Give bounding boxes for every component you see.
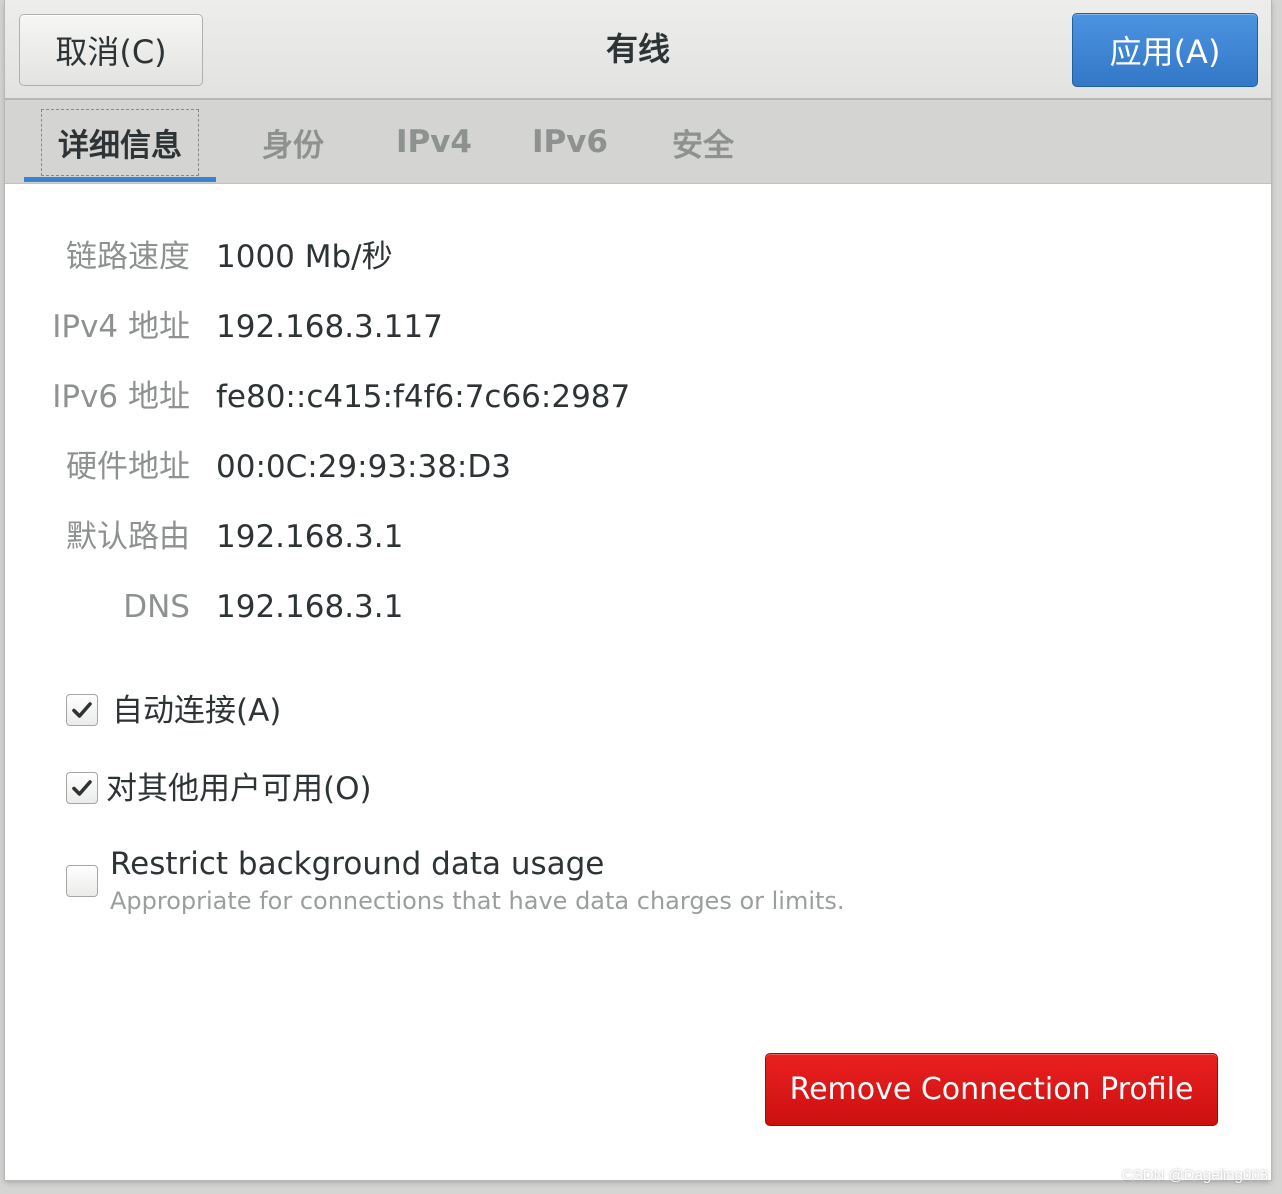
cancel-button[interactable]: 取消(C) [19,14,203,86]
restrict-background-text: Restrict background data usage Appropria… [110,847,845,915]
tab-details[interactable]: 详细信息 [32,100,208,184]
tab-ipv4[interactable]: IPv4 [377,100,491,184]
detail-row-dns: DNS 192.168.3.1 [5,582,1271,632]
all-users-label: 对其他用户可用(O) [106,771,372,807]
tab-ipv6[interactable]: IPv6 [513,100,627,184]
detail-label: 链路速度 [66,239,190,275]
tab-security-label: 安全 [672,127,734,164]
detail-value: 192.168.3.1 [216,589,404,625]
restrict-background-option[interactable]: Restrict background data usage Appropria… [66,847,845,915]
tab-details-label: 详细信息 [41,108,199,176]
all-users-checkbox[interactable] [66,772,98,804]
checkmark-icon [72,702,92,718]
tab-security[interactable]: 安全 [651,100,755,184]
detail-row-ipv4: IPv4 地址 192.168.3.117 [5,302,1271,352]
detail-row-default-route: 默认路由 192.168.3.1 [5,512,1271,562]
detail-row-ipv6: IPv6 地址 fe80::c415:f4f6:7c66:2987 [5,372,1271,422]
detail-value: 192.168.3.117 [216,309,443,345]
detail-row-hardware: 硬件地址 00:0C:29:93:38:D3 [5,442,1271,492]
wired-settings-dialog: 取消(C) 有线 应用(A) 详细信息 身份 IPv4 IPv6 安全 链路速度… [5,0,1271,1180]
active-tab-indicator [24,177,216,182]
restrict-background-label: Restrict background data usage [110,846,605,882]
tab-ipv4-label: IPv4 [395,124,473,160]
detail-label: IPv4 地址 [52,309,190,345]
detail-label: IPv6 地址 [52,379,190,415]
tab-ipv6-label: IPv6 [531,124,609,160]
auto-connect-checkbox[interactable] [66,694,98,726]
detail-row-link-speed: 链路速度 1000 Mb/秒 [5,232,1271,282]
auto-connect-option[interactable]: 自动连接(A) [66,694,281,728]
detail-value: fe80::c415:f4f6:7c66:2987 [216,379,631,415]
detail-label: 默认路由 [66,519,190,555]
tab-bar: 详细信息 身份 IPv4 IPv6 安全 [5,100,1271,184]
checkmark-icon [72,780,92,796]
restrict-background-description: Appropriate for connections that have da… [110,887,845,915]
detail-label: DNS [123,589,190,625]
watermark: CSDN @Dageling003 [1121,1167,1268,1184]
detail-value: 00:0C:29:93:38:D3 [216,449,511,485]
tab-identity[interactable]: 身份 [241,100,345,184]
detail-value: 192.168.3.1 [216,519,404,555]
tab-identity-label: 身份 [262,127,324,164]
detail-label: 硬件地址 [66,449,190,485]
apply-button[interactable]: 应用(A) [1072,13,1258,87]
all-users-option[interactable]: 对其他用户可用(O) [66,772,372,806]
dialog-title: 有线 [605,30,670,68]
remove-connection-profile-button[interactable]: Remove Connection Profile [765,1053,1218,1126]
header-bar: 取消(C) 有线 应用(A) [5,0,1271,100]
restrict-background-checkbox[interactable] [66,865,98,897]
detail-value: 1000 Mb/秒 [216,239,393,275]
auto-connect-label: 自动连接(A) [112,693,282,729]
